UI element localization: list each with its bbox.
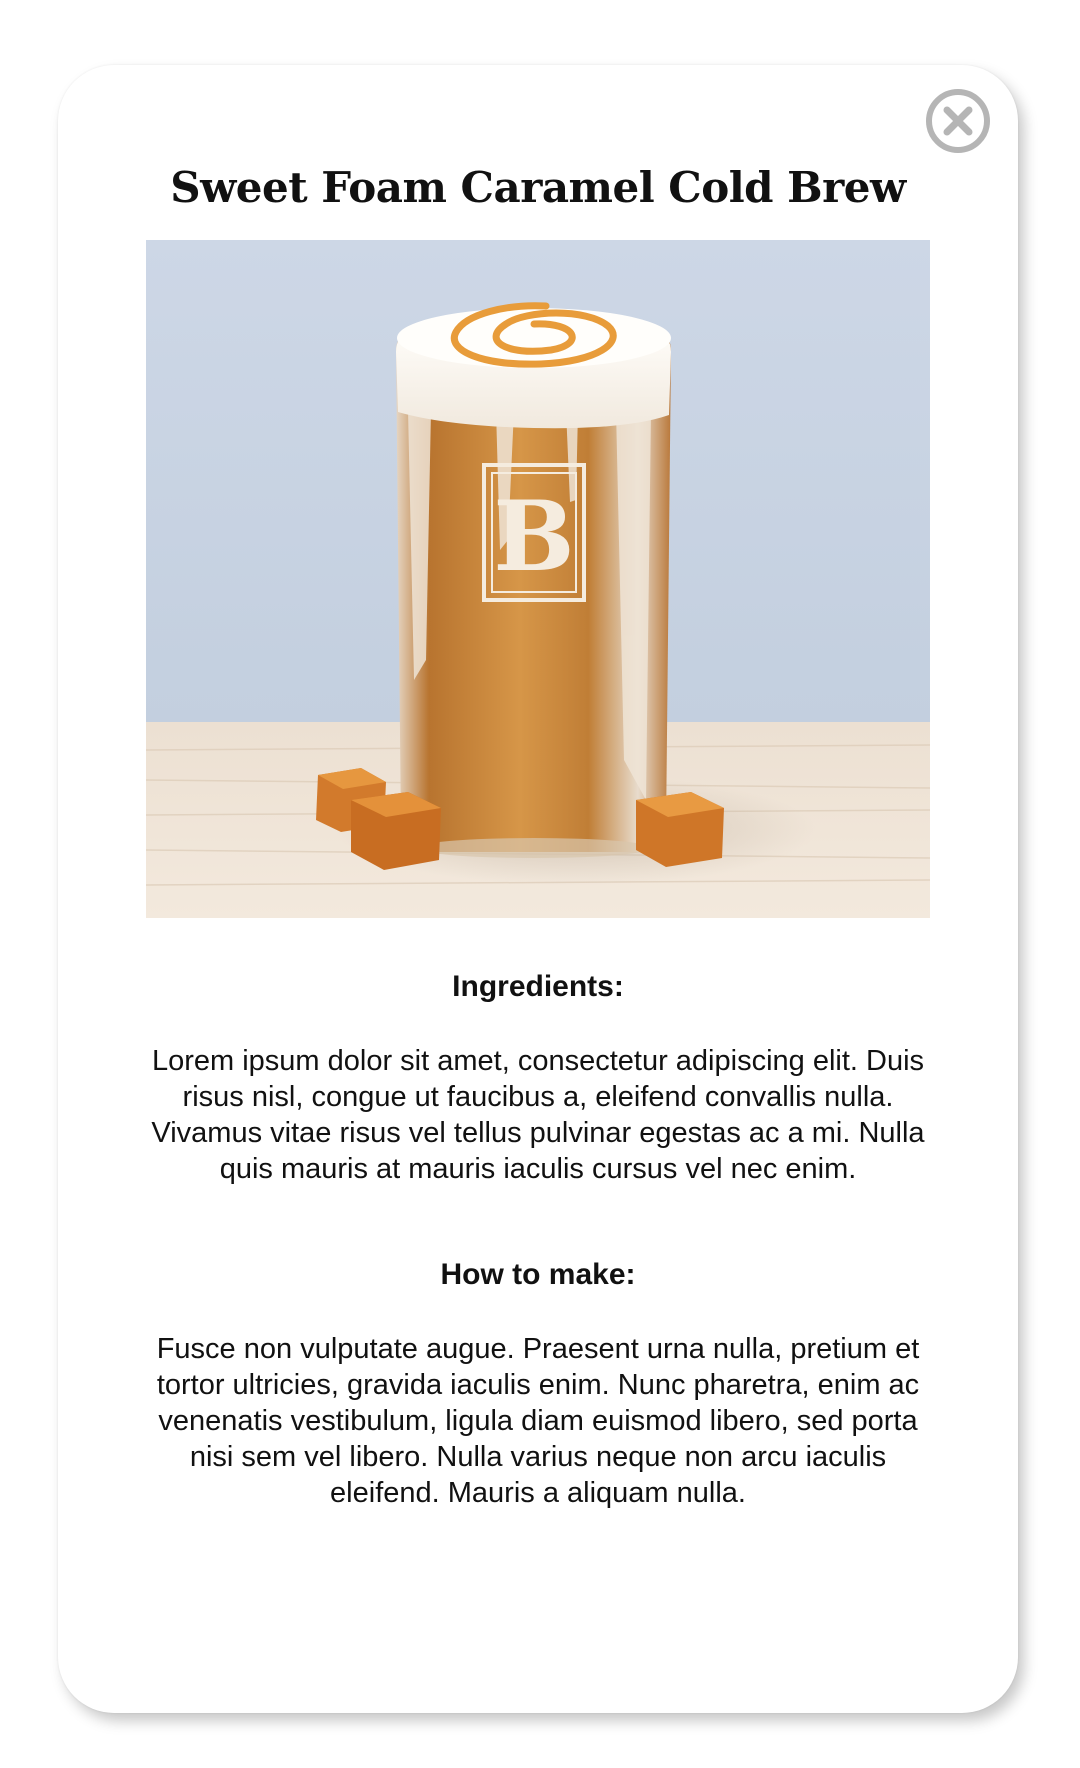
ingredients-heading: Ingredients: xyxy=(452,970,624,1003)
drink-detail-modal: Sweet Foam Caramel Cold Brew B Ingredien… xyxy=(58,65,1018,1713)
how-to-make-text: Fusce non vulputate augue. Praesent urna… xyxy=(156,1333,920,1509)
how-to-make-heading: How to make: xyxy=(440,1258,636,1291)
drink-title: Sweet Foam Caramel Cold Brew xyxy=(170,163,906,212)
close-circle-icon xyxy=(926,89,990,153)
drink-image: B xyxy=(146,240,930,918)
drink-photo: B xyxy=(146,240,930,918)
ingredients-text: Lorem ipsum dolor sit amet, consectetur … xyxy=(151,1045,925,1185)
svg-text:B: B xyxy=(493,480,574,593)
close-button[interactable] xyxy=(924,87,992,155)
cup-logo: B xyxy=(482,463,586,602)
